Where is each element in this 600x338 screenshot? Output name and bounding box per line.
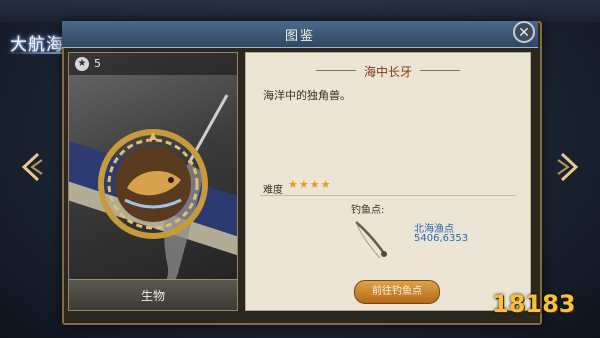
card-rank-bar: ★ 5 bbox=[69, 53, 237, 75]
fishing-spot-coords: 5406,6353 bbox=[414, 233, 469, 244]
star-icon: ★ bbox=[75, 57, 89, 71]
category-label: 生物 bbox=[140, 289, 165, 303]
difficulty-label: 难度 bbox=[263, 185, 283, 196]
creature-name: 海中长牙 bbox=[363, 65, 412, 79]
difficulty-stars: ★★★★ bbox=[288, 178, 332, 191]
star-rank: 5 bbox=[94, 57, 101, 70]
close-button[interactable]: ✕ bbox=[513, 21, 535, 43]
close-icon: ✕ bbox=[518, 25, 530, 41]
fishing-rod-icon bbox=[355, 221, 388, 259]
chevron-right-icon[interactable] bbox=[556, 150, 582, 184]
creature-description: 海洋中的独角兽。 bbox=[263, 89, 351, 102]
watermark-logo: 18183 bbox=[492, 290, 576, 318]
dialog-title-bar: 图鉴 bbox=[62, 21, 538, 48]
card-footer: 生物 bbox=[69, 279, 237, 310]
background-hud-strip bbox=[0, 0, 600, 22]
divider bbox=[260, 195, 516, 196]
fishing-spot-title: 钓鱼点: bbox=[351, 205, 385, 216]
details-panel: 海中长牙 海洋中的独角兽。 难度 ★★★★ 钓鱼点: 北海渔点 5406,635… bbox=[245, 52, 531, 311]
creature-card: ★ 5 生物 bbox=[68, 52, 238, 311]
chevron-left-icon[interactable] bbox=[18, 150, 44, 184]
dialog-title: 图鉴 bbox=[284, 29, 315, 44]
creature-medal-icon bbox=[98, 129, 208, 239]
go-to-fishing-spot-button[interactable]: 前往钓鱼点 bbox=[354, 280, 440, 304]
